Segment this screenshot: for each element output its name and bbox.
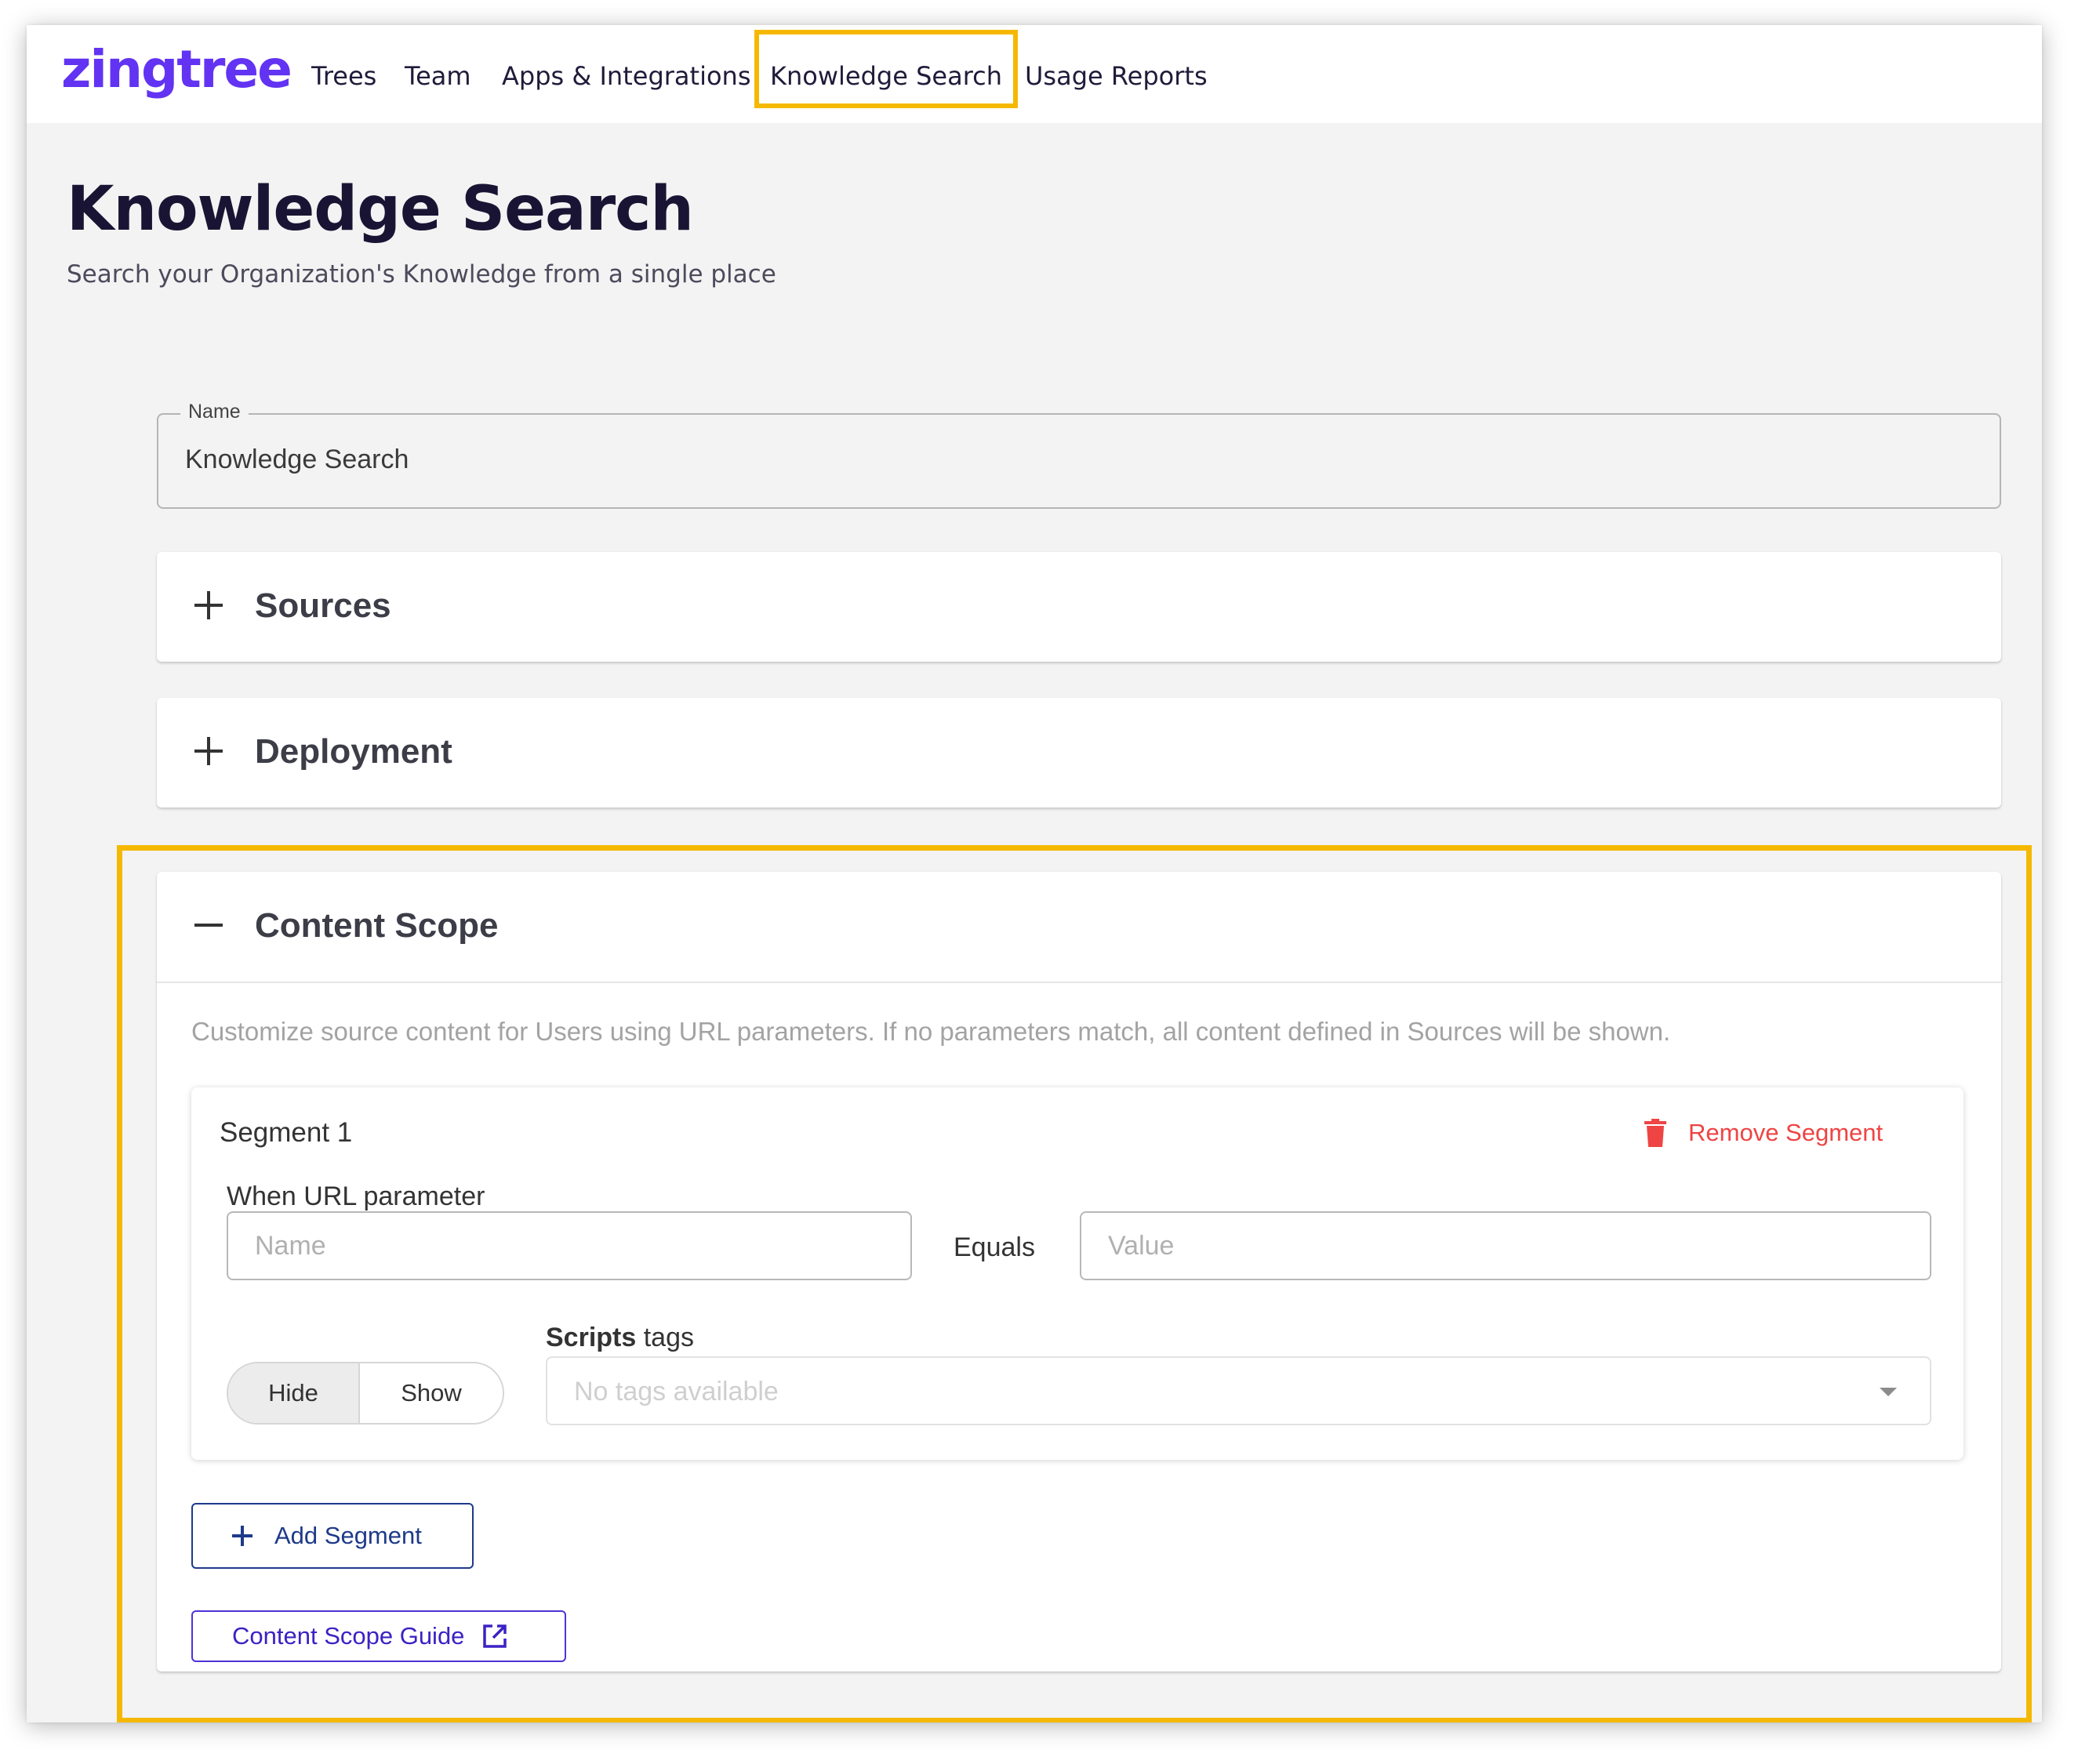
- remove-segment-label: Remove Segment: [1688, 1119, 1884, 1146]
- name-field-value[interactable]: Knowledge Search: [185, 445, 409, 475]
- content-scope-panel-header[interactable]: Content Scope: [157, 872, 2001, 982]
- nav-knowledge-search[interactable]: Knowledge Search: [770, 56, 1002, 96]
- nav-usage-reports[interactable]: Usage Reports: [1025, 56, 1208, 96]
- zingtree-logo[interactable]: zingtree: [61, 39, 292, 100]
- tags-select-placeholder: No tags available: [574, 1377, 779, 1406]
- segment-card: Segment 1 Remove Segment When URL parame…: [191, 1087, 1964, 1460]
- add-segment-button[interactable]: Add Segment: [191, 1503, 474, 1569]
- page-title: Knowledge Search: [67, 174, 694, 245]
- nav-team[interactable]: Team: [405, 56, 471, 96]
- remove-segment-button[interactable]: Remove Segment: [1644, 1115, 1883, 1151]
- sources-panel-header[interactable]: Sources: [157, 552, 2001, 662]
- nav-trees[interactable]: Trees: [311, 56, 376, 96]
- scripts-tags-label-rest: tags: [636, 1323, 694, 1352]
- url-parameter-value-input[interactable]: [1080, 1211, 1931, 1280]
- deployment-panel-title: Deployment: [255, 732, 452, 771]
- segment-title: Segment 1: [220, 1117, 353, 1148]
- add-segment-label: Add Segment: [274, 1522, 422, 1549]
- sources-panel: Sources: [157, 552, 2001, 662]
- trash-icon: [1644, 1119, 1666, 1147]
- name-field-label: Name: [180, 401, 249, 423]
- content-scope-panel-title: Content Scope: [255, 906, 499, 945]
- scripts-tags-label-bold: Scripts: [546, 1323, 637, 1352]
- plus-icon: [194, 591, 223, 619]
- content-scope-panel: Content Scope Customize source content f…: [157, 872, 2001, 1671]
- external-link-icon: [483, 1624, 507, 1648]
- sources-panel-title: Sources: [255, 586, 391, 625]
- equals-label: Equals: [954, 1232, 1035, 1262]
- name-field[interactable]: Name Knowledge Search: [157, 401, 2001, 509]
- hide-show-toggle: Hide Show: [227, 1362, 504, 1425]
- plus-icon: [232, 1526, 252, 1546]
- content-scope-guide-button[interactable]: Content Scope Guide: [191, 1610, 566, 1662]
- content-scope-guide-label: Content Scope Guide: [232, 1622, 465, 1650]
- chevron-down-icon: [1880, 1388, 1897, 1396]
- panel-divider: [157, 982, 2001, 983]
- scripts-tags-select[interactable]: No tags available: [546, 1356, 1931, 1425]
- scripts-tags-label: Scripts tags: [546, 1323, 694, 1353]
- minus-icon: [194, 911, 223, 939]
- hide-toggle-button[interactable]: Hide: [228, 1363, 360, 1423]
- deployment-panel-header[interactable]: Deployment: [157, 698, 2001, 808]
- url-parameter-label: When URL parameter: [227, 1181, 485, 1211]
- show-toggle-button[interactable]: Show: [360, 1363, 503, 1423]
- url-parameter-name-input[interactable]: [227, 1211, 912, 1280]
- deployment-panel: Deployment: [157, 698, 2001, 808]
- content-scope-description: Customize source content for Users using…: [191, 1017, 1671, 1046]
- top-navigation: zingtree Trees Team Apps & Integrations …: [27, 25, 2042, 123]
- app-window: zingtree Trees Team Apps & Integrations …: [27, 25, 2042, 1722]
- page-subtitle: Search your Organization's Knowledge fro…: [67, 260, 776, 289]
- plus-icon: [194, 737, 223, 765]
- nav-apps-integrations[interactable]: Apps & Integrations: [502, 56, 750, 96]
